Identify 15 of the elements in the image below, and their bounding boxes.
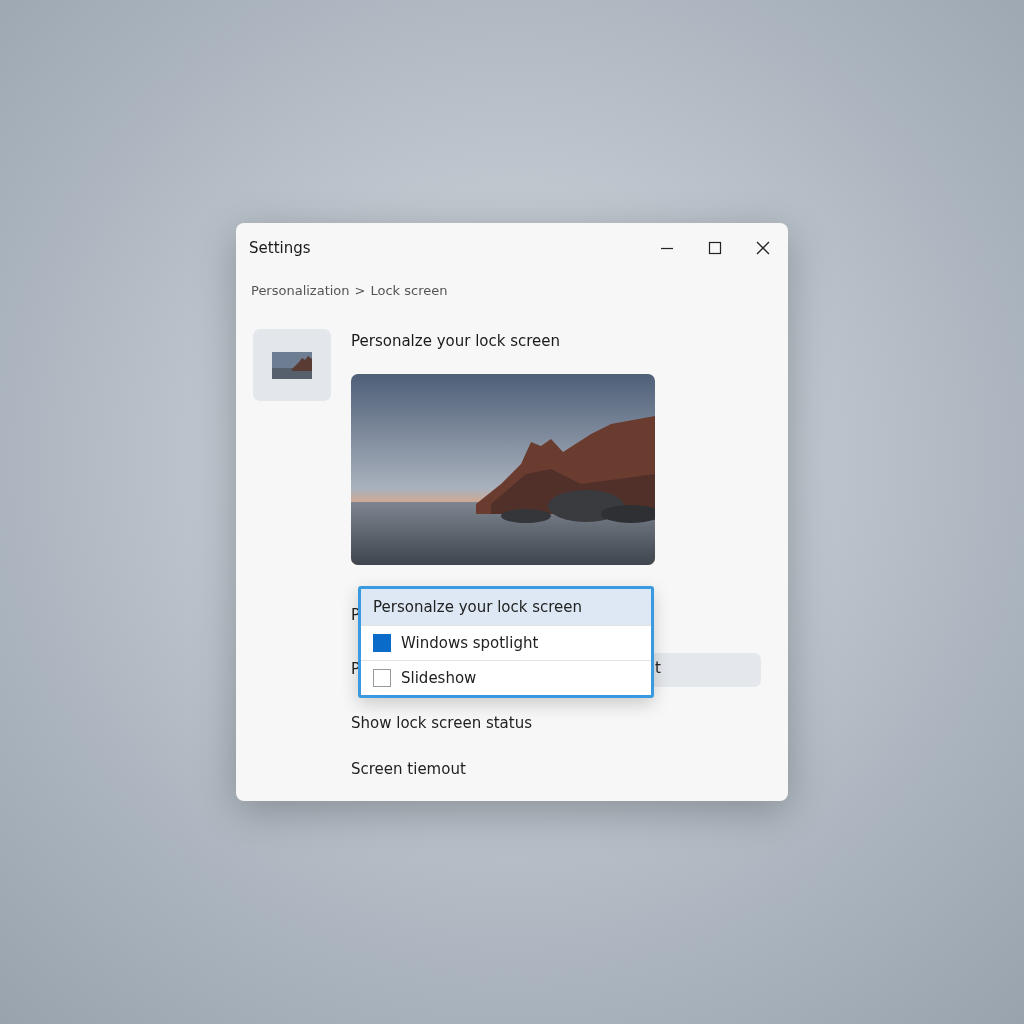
setting-label: Screen tiemout (351, 760, 466, 778)
menu-header-item[interactable]: Personalze your lock screen (361, 589, 651, 625)
maximize-icon[interactable] (708, 241, 722, 255)
checkbox[interactable] (373, 634, 391, 652)
breadcrumb-current: Lock screen (370, 283, 448, 298)
breadcrumb-link[interactable]: Personalization (251, 283, 350, 298)
close-icon[interactable] (756, 241, 770, 255)
landscape-thumbnail-icon (272, 351, 312, 379)
setting-label: Show lock screen status (351, 714, 532, 732)
section-heading: Personalze your lock screen (351, 332, 562, 350)
option-label[interactable]: Windows spotlight (401, 634, 539, 652)
option-label[interactable]: Slideshow (401, 669, 477, 687)
window-title: Settings (249, 239, 311, 257)
breadcrumb-separator: > (354, 283, 366, 298)
checkbox[interactable] (373, 669, 391, 687)
